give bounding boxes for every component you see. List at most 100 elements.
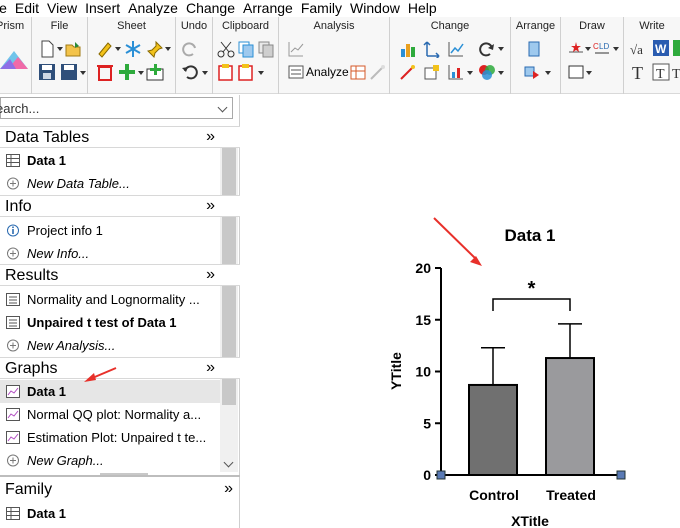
excel-icon[interactable]: [672, 39, 680, 57]
menu-change[interactable]: Change: [182, 0, 239, 17]
format-graph-icon[interactable]: [423, 63, 441, 81]
save-as-icon[interactable]: [60, 63, 78, 81]
chart-bars: Control Treated: [468, 323, 596, 503]
paste-icon[interactable]: [217, 63, 235, 81]
section-info[interactable]: Info »: [0, 195, 240, 217]
paste-special-icon[interactable]: [237, 63, 255, 81]
chevron-down-icon[interactable]: [138, 71, 144, 75]
new-graph-link[interactable]: New Graph...: [0, 449, 220, 472]
chart-type-icon[interactable]: [399, 40, 417, 58]
expand-icon[interactable]: »: [224, 480, 233, 498]
search-input[interactable]: earch...: [0, 97, 233, 119]
ribbon-group-sheet: Sheet: [88, 17, 176, 94]
highlight-pen-icon[interactable]: [96, 40, 114, 58]
menu-arrange[interactable]: Arrange: [239, 0, 297, 17]
expand-icon[interactable]: »: [206, 359, 215, 377]
analyze-icon[interactable]: [287, 63, 305, 81]
draw-line-icon[interactable]: [567, 40, 585, 58]
axis-icon[interactable]: [423, 40, 441, 58]
insert-sheet-icon[interactable]: [146, 63, 164, 81]
chevron-down-icon[interactable]: [202, 71, 208, 75]
equation-icon[interactable]: √a: [630, 40, 648, 58]
chevron-down-icon[interactable]: [467, 71, 473, 75]
chevron-down-icon[interactable]: [545, 71, 551, 75]
redo-icon[interactable]: [181, 40, 199, 58]
menu-insert[interactable]: Insert: [81, 0, 124, 17]
rectangle-icon[interactable]: [567, 63, 585, 81]
new-data-table-link[interactable]: New Data Table...: [0, 172, 220, 195]
section-results[interactable]: Results »: [0, 264, 240, 286]
prism-logo-icon[interactable]: [0, 47, 28, 71]
symbol-icon[interactable]: C LD: [593, 40, 611, 58]
section-family[interactable]: Family » Data 1: [0, 475, 240, 528]
chevron-down-icon[interactable]: [258, 71, 264, 75]
copy-format-icon[interactable]: [257, 40, 275, 58]
list-item[interactable]: Normality and Lognormality ...: [0, 288, 220, 311]
chevron-down-icon[interactable]: [217, 102, 228, 113]
navigator-scrollbar[interactable]: [220, 127, 238, 472]
list-item[interactable]: Project info 1: [0, 219, 220, 242]
word-icon[interactable]: W: [652, 39, 670, 57]
add-icon[interactable]: [118, 63, 136, 81]
chevron-down-icon[interactable]: [498, 71, 504, 75]
menu-analyze[interactable]: Analyze: [124, 0, 182, 17]
chevron-down-icon[interactable]: [115, 47, 121, 51]
text-tool-icon[interactable]: T: [630, 63, 648, 81]
new-file-icon[interactable]: [38, 40, 56, 58]
text-box-icon[interactable]: T: [652, 63, 670, 81]
text-style-icon[interactable]: T: [672, 63, 680, 81]
list-item[interactable]: Estimation Plot: Unpaired t te...: [0, 426, 220, 449]
list-item[interactable]: Data 1: [0, 149, 220, 172]
analyze-button[interactable]: Analyze: [306, 65, 349, 79]
table-icon[interactable]: [350, 63, 368, 81]
menu-window[interactable]: Window: [346, 0, 404, 17]
list-item[interactable]: Data 1: [0, 502, 220, 525]
graph-format-icon[interactable]: [447, 40, 465, 58]
chevron-down-icon[interactable]: [498, 47, 504, 51]
section-graphs[interactable]: Graphs »: [0, 357, 240, 379]
rotate-icon[interactable]: [478, 40, 496, 58]
bracket-line: [492, 298, 571, 311]
chevron-down-icon[interactable]: [613, 47, 619, 51]
expand-icon[interactable]: »: [206, 266, 215, 284]
undo-icon[interactable]: [181, 63, 199, 81]
menu-help[interactable]: Help: [404, 0, 441, 17]
chevron-down-icon[interactable]: [586, 71, 592, 75]
magic-wand-icon[interactable]: [369, 63, 387, 81]
snowflake-icon[interactable]: [124, 40, 142, 58]
menu-view[interactable]: View: [43, 0, 81, 17]
wand-icon[interactable]: [399, 63, 417, 81]
new-info-link[interactable]: New Info...: [0, 242, 220, 265]
menu-edit[interactable]: Edit: [11, 0, 43, 17]
chevron-down-icon[interactable]: [57, 47, 63, 51]
bar-chart[interactable]: Data 1 YTitle XTitle 0 5 10 15 20 Control Tre…: [241, 95, 680, 528]
cut-icon[interactable]: [217, 40, 235, 58]
format-axes-icon[interactable]: [447, 63, 465, 81]
list-item[interactable]: Normal QQ plot: Normality a...: [0, 403, 220, 426]
chevron-down-icon[interactable]: [80, 71, 86, 75]
significance-bracket: *: [492, 278, 571, 311]
x-axis-label: XTitle: [511, 513, 549, 528]
color-scheme-icon[interactable]: [478, 63, 496, 81]
copy-icon[interactable]: [237, 40, 255, 58]
arrange-icon[interactable]: [523, 63, 541, 81]
align-icon[interactable]: [525, 40, 543, 58]
expand-icon[interactable]: »: [206, 128, 215, 146]
open-file-icon[interactable]: [64, 40, 82, 58]
pin-icon[interactable]: [146, 40, 164, 58]
section-data-tables[interactable]: Data Tables »: [0, 126, 240, 148]
annotation-arrow: [433, 217, 482, 266]
menu-family[interactable]: Family: [297, 0, 346, 17]
analysis-chart-icon[interactable]: [287, 40, 305, 58]
chevron-down-icon[interactable]: [165, 47, 171, 51]
delete-icon[interactable]: [96, 63, 114, 81]
chevron-down-icon[interactable]: [585, 47, 591, 51]
expand-icon[interactable]: »: [206, 197, 215, 215]
new-analysis-link[interactable]: New Analysis...: [0, 334, 220, 357]
search-placeholder: earch...: [0, 101, 40, 116]
save-icon[interactable]: [38, 63, 56, 81]
menu-file[interactable]: le: [0, 0, 11, 17]
list-item[interactable]: Unpaired t test of Data 1: [0, 311, 220, 334]
svg-text:T: T: [656, 67, 665, 81]
scroll-down-icon[interactable]: [223, 457, 234, 468]
